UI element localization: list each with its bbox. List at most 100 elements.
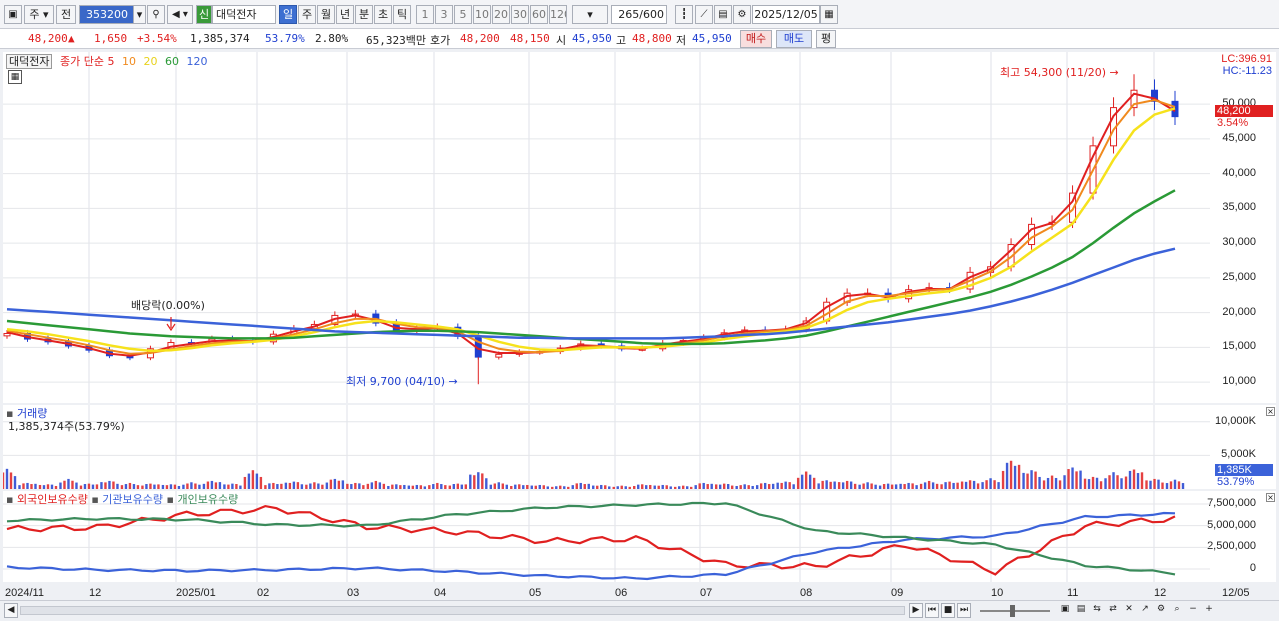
volume-bar [592, 485, 595, 489]
scroll-track[interactable] [20, 606, 905, 615]
volume-bar [374, 480, 378, 489]
volume-bar [1173, 479, 1177, 489]
volume-bar [370, 482, 374, 489]
volume-bar [288, 482, 292, 489]
volume-bar [1095, 477, 1099, 489]
period-tab-년[interactable]: 년 [336, 5, 354, 24]
tick-button-3[interactable]: 3 [435, 5, 453, 24]
mode-button[interactable]: 전 [56, 5, 76, 24]
code-dropdown[interactable]: ▾ [133, 5, 146, 24]
holding-pane-close-icon[interactable]: × [1266, 493, 1275, 502]
count-field[interactable]: 265/600 [611, 5, 667, 24]
open-label: 시 [556, 34, 567, 47]
volume-bar [940, 484, 943, 489]
volume-bar [452, 484, 456, 489]
tool-icon[interactable]: ⇆ [1090, 603, 1104, 618]
volume-tick-label: 10,000K [1215, 414, 1256, 427]
period-tab-주[interactable]: 주 [298, 5, 316, 24]
volume-bar [305, 484, 308, 489]
volume-bar [1099, 481, 1103, 489]
sell-button[interactable]: 매도 [776, 30, 812, 48]
market-select[interactable]: 주 ▾ [24, 5, 54, 24]
volume-bar [804, 471, 808, 489]
first-icon[interactable]: ⏮ [925, 603, 939, 618]
zoom-handle[interactable] [1010, 605, 1015, 617]
tool-icon[interactable]: ▤ [1074, 603, 1088, 618]
volume-bar [337, 480, 341, 489]
volume-bar [87, 483, 91, 489]
volume-bar [858, 484, 861, 489]
period-tab-초[interactable]: 초 [374, 5, 392, 24]
volume-bar [690, 486, 693, 489]
volume-bar [518, 484, 521, 489]
legend-indiv: 개인보유수량 [177, 493, 239, 506]
open: 45,950 [572, 32, 612, 45]
tick-select[interactable]: ▾ [572, 5, 608, 24]
tool-icon[interactable]: ⚙ [1154, 603, 1168, 618]
volume-chart[interactable] [3, 405, 1210, 489]
scroll-right-icon[interactable]: ▶ [909, 603, 923, 618]
tool-icon[interactable]: ↗ [1138, 603, 1152, 618]
period-tab-월[interactable]: 월 [317, 5, 335, 24]
buy-button[interactable]: 매수 [740, 30, 772, 48]
volume-bar [157, 484, 160, 489]
legend-inst: 기관보유수량 [102, 493, 164, 506]
date-field[interactable]: 2025/12/05 [752, 5, 820, 24]
tick-button-5[interactable]: 5 [454, 5, 472, 24]
tool-icon[interactable]: ▣ [1058, 603, 1072, 618]
candle-icon[interactable]: ┇ [675, 5, 693, 24]
price-tick-label: 15,000 [1222, 340, 1256, 353]
volume-bar [534, 485, 537, 489]
save-icon[interactable]: ▤ [714, 5, 732, 24]
tool-icon[interactable]: ✕ [1122, 603, 1136, 618]
vol-pane-close-icon[interactable]: × [1266, 407, 1275, 416]
window-icon[interactable]: ▣ [4, 5, 22, 24]
volume-bar [899, 483, 902, 489]
tool-icon[interactable]: + [1202, 603, 1216, 618]
up-arrow-icon: ▲ [68, 32, 75, 45]
speaker-icon[interactable]: ◀ ▾ [167, 5, 193, 24]
calendar-icon[interactable]: ▦ [820, 5, 838, 24]
period-tab-틱[interactable]: 틱 [393, 5, 411, 24]
x-tick-label: 08 [800, 587, 813, 599]
tick-button-10[interactable]: 10 [473, 5, 491, 24]
scroll-left-icon[interactable]: ◀ [4, 603, 18, 618]
volume-bar [1075, 471, 1078, 489]
volume-bar [886, 483, 890, 489]
tick-button-60[interactable]: 60 [530, 5, 548, 24]
tool-icon[interactable]: ⌕ [1170, 603, 1184, 618]
legend-ma60: 60 [164, 55, 179, 68]
volume-bar [169, 484, 173, 489]
period-tab-분[interactable]: 분 [355, 5, 373, 24]
stop-icon[interactable]: ■ [941, 603, 955, 618]
volume-bar [763, 482, 767, 489]
volume-bar [448, 485, 452, 489]
volume-bar [1120, 478, 1123, 489]
tool-icon[interactable]: ⇄ [1106, 603, 1120, 618]
tick-button-30[interactable]: 30 [511, 5, 529, 24]
volume-bar [665, 485, 668, 489]
tick-button-1[interactable]: 1 [416, 5, 434, 24]
volume-bar [108, 480, 111, 489]
search-icon[interactable]: ⚲ [147, 5, 165, 24]
avg-button[interactable]: 평 [816, 30, 836, 48]
stock-code-input[interactable]: 353200 [79, 5, 135, 24]
tick-button-20[interactable]: 20 [492, 5, 510, 24]
gear-icon[interactable]: ⚙ [733, 5, 751, 24]
table-icon[interactable]: ▦ [8, 70, 22, 84]
holding-axis: 7,500,000 5,000,000 2,500,000 0 [1207, 491, 1276, 582]
zoom-slider[interactable] [980, 610, 1050, 612]
volume-bar [346, 483, 349, 489]
period-tab-일[interactable]: 일 [279, 5, 297, 24]
tick-button-120[interactable]: 120 [549, 5, 567, 24]
line-icon[interactable]: ⟋ [695, 5, 713, 24]
volume-bar [378, 482, 382, 489]
price-chart[interactable] [3, 52, 1210, 403]
tool-icon[interactable]: − [1186, 603, 1200, 618]
volume-bar [968, 480, 972, 489]
last-icon[interactable]: ⏭ [957, 603, 971, 618]
volume-bar [477, 472, 480, 489]
change-pct: +3.54% [137, 32, 177, 45]
price-tick-label: 25,000 [1222, 270, 1256, 283]
high-note: 최고 54,300 (11/20) → [1000, 66, 1119, 79]
